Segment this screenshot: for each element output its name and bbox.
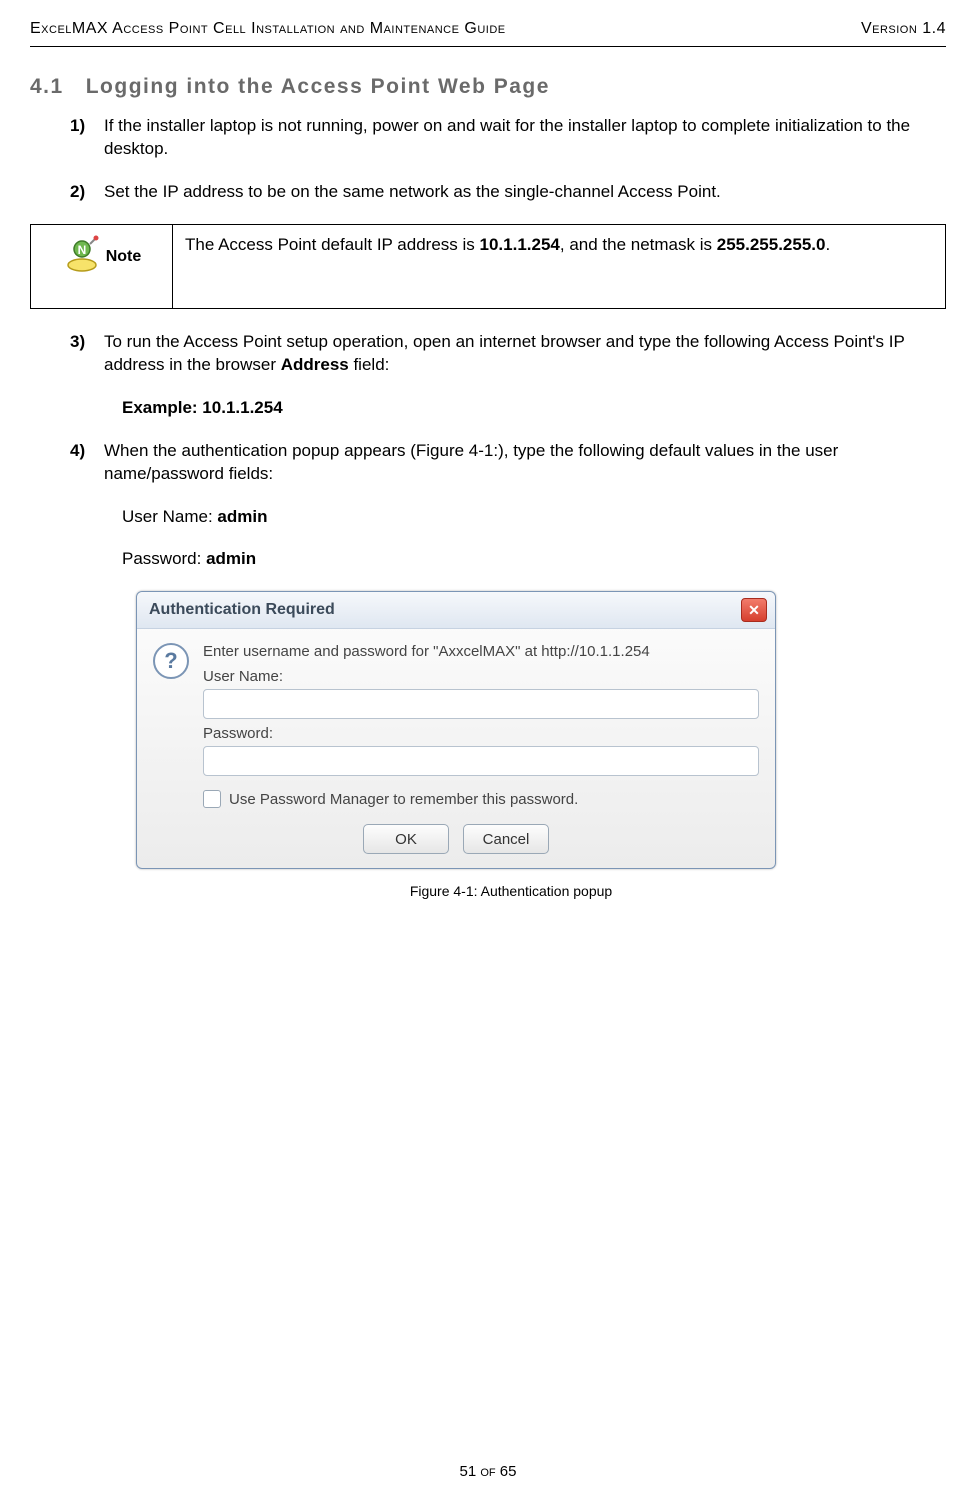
username-label: User Name: [203, 668, 759, 685]
password-input[interactable] [203, 746, 759, 776]
step-2-body: Set the IP address to be on the same net… [104, 181, 936, 204]
note-text-b: , and the netmask is [560, 235, 717, 254]
section-number: 4.1 [30, 75, 64, 98]
remember-checkbox[interactable] [203, 790, 221, 808]
step-4-text: When the authentication popup appears (F… [104, 441, 838, 483]
section-title: 4.1 Logging into the Access Point Web Pa… [30, 75, 946, 99]
dialog-titlebar: Authentication Required ✕ [137, 592, 775, 629]
step-4-password-value: admin [206, 549, 256, 568]
note-box: N Note The Access Point default IP addre… [30, 224, 946, 309]
step-4-body: When the authentication popup appears (F… [104, 440, 936, 572]
note-left-cell: N Note [31, 224, 173, 308]
step-3-text-c: field: [349, 355, 390, 374]
ok-button[interactable]: OK [363, 824, 449, 854]
remember-label: Use Password Manager to remember this pa… [229, 791, 578, 808]
header-left: ExcelMAX Access Point Cell Installation … [30, 20, 506, 38]
step-2: 2) Set the IP address to be on the same … [70, 181, 936, 204]
figure-4-1: Authentication Required ✕ ? Enter userna… [136, 591, 946, 899]
note-ip: 10.1.1.254 [480, 235, 560, 254]
note-label: Note [106, 248, 142, 266]
step-1-num: 1) [70, 115, 104, 161]
header-rule [30, 46, 946, 47]
note-pin-icon: N [62, 235, 102, 280]
step-1: 1) If the installer laptop is not runnin… [70, 115, 936, 161]
step-4: 4) When the authentication popup appears… [70, 440, 936, 572]
step-2-num: 2) [70, 181, 104, 204]
svg-text:N: N [77, 243, 86, 257]
note-text-a: The Access Point default IP address is [185, 235, 480, 254]
step-3-body: To run the Access Point setup operation,… [104, 331, 936, 420]
question-icon: ? [153, 643, 189, 679]
auth-dialog: Authentication Required ✕ ? Enter userna… [136, 591, 776, 869]
figure-caption: Figure 4-1: Authentication popup [76, 883, 946, 899]
close-icon[interactable]: ✕ [741, 598, 767, 622]
step-3-address-bold: Address [281, 355, 349, 374]
note-netmask: 255.255.255.0 [717, 235, 826, 254]
page-footer: 51 of 65 [0, 1463, 976, 1480]
note-text-c: . [825, 235, 830, 254]
username-input[interactable] [203, 689, 759, 719]
section-name: Logging into the Access Point Web Page [86, 75, 550, 98]
step-3-example: Example: 10.1.1.254 [122, 397, 936, 420]
step-4-username-value: admin [217, 507, 267, 526]
dialog-prompt: Enter username and password for "AxxcelM… [203, 643, 759, 660]
step-1-body: If the installer laptop is not running, … [104, 115, 936, 161]
step-4-username-label: User Name: [122, 507, 217, 526]
step-4-password-label: Password: [122, 549, 206, 568]
note-text-cell: The Access Point default IP address is 1… [173, 224, 946, 308]
step-4-num: 4) [70, 440, 104, 572]
dialog-title: Authentication Required [149, 601, 335, 619]
step-3-text-a: To run the Access Point setup operation,… [104, 332, 905, 374]
step-3-num: 3) [70, 331, 104, 420]
page-header: ExcelMAX Access Point Cell Installation … [30, 20, 946, 44]
step-3: 3) To run the Access Point setup operati… [70, 331, 936, 420]
password-label: Password: [203, 725, 759, 742]
cancel-button[interactable]: Cancel [463, 824, 549, 854]
header-right: Version 1.4 [861, 20, 946, 38]
